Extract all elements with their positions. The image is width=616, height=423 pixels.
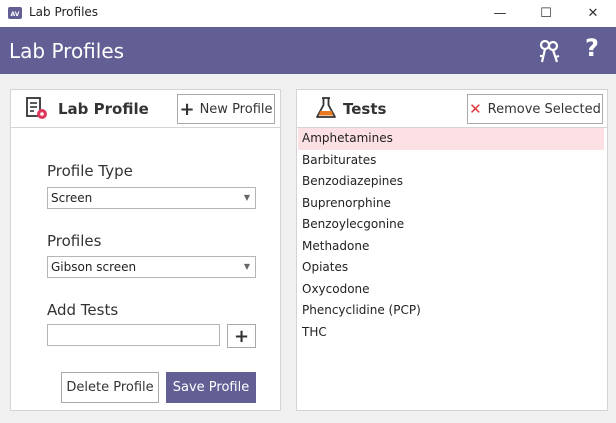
list-item[interactable]: Opiates bbox=[298, 257, 604, 279]
close-icon: ✕ bbox=[469, 100, 482, 118]
lab-profile-header: Lab Profile + New Profile bbox=[11, 90, 280, 128]
profiles-value: Gibson screen bbox=[51, 260, 137, 274]
app-icon: AV bbox=[8, 7, 22, 19]
profile-type-select[interactable]: Screen ▼ bbox=[47, 187, 256, 209]
save-profile-button[interactable]: Save Profile bbox=[166, 372, 256, 403]
remove-selected-label: Remove Selected bbox=[487, 101, 601, 117]
tests-header: Tests ✕ Remove Selected bbox=[297, 90, 607, 128]
flask-icon bbox=[316, 97, 336, 118]
svg-text:AV: AV bbox=[11, 11, 20, 18]
maximize-button[interactable]: ☐ bbox=[523, 0, 569, 27]
list-item[interactable]: THC bbox=[298, 322, 604, 344]
delete-profile-button[interactable]: Delete Profile bbox=[61, 372, 159, 403]
lab-profile-title: Lab Profile bbox=[58, 100, 149, 118]
window-titlebar: AV Lab Profiles — ☐ ✕ bbox=[0, 0, 616, 27]
list-item[interactable]: Amphetamines bbox=[298, 128, 604, 150]
profile-type-value: Screen bbox=[51, 191, 93, 205]
minimize-button[interactable]: — bbox=[477, 0, 523, 27]
add-test-button[interactable]: + bbox=[227, 324, 256, 348]
list-item[interactable]: Buprenorphine bbox=[298, 193, 604, 215]
list-item[interactable]: Benzodiazepines bbox=[298, 171, 604, 193]
tests-title: Tests bbox=[343, 100, 387, 118]
list-item[interactable]: Phencyclidine (PCP) bbox=[298, 300, 604, 322]
profiles-label: Profiles bbox=[47, 232, 102, 250]
window-title: Lab Profiles bbox=[29, 5, 99, 19]
close-button[interactable]: ✕ bbox=[570, 0, 616, 27]
tests-list: Amphetamines Barbiturates Benzodiazepine… bbox=[297, 128, 607, 343]
tests-panel: Tests ✕ Remove Selected Amphetamines Bar… bbox=[296, 89, 608, 411]
lab-profile-panel: Lab Profile + New Profile Profile Type S… bbox=[10, 89, 281, 411]
keys-icon[interactable] bbox=[536, 38, 562, 64]
new-profile-button[interactable]: + New Profile bbox=[177, 94, 275, 124]
list-item[interactable]: Benzoylecgonine bbox=[298, 214, 604, 236]
add-tests-input[interactable] bbox=[47, 324, 220, 346]
app-header: Lab Profiles ? bbox=[0, 27, 616, 74]
profile-settings-icon bbox=[26, 97, 47, 119]
add-tests-label: Add Tests bbox=[47, 301, 119, 319]
plus-icon: + bbox=[179, 98, 195, 120]
profiles-select[interactable]: Gibson screen ▼ bbox=[47, 256, 256, 278]
chevron-down-icon: ▼ bbox=[243, 193, 250, 202]
list-item[interactable]: Methadone bbox=[298, 236, 604, 258]
chevron-down-icon: ▼ bbox=[243, 262, 250, 271]
page-title: Lab Profiles bbox=[9, 39, 125, 63]
remove-selected-button[interactable]: ✕ Remove Selected bbox=[467, 94, 603, 124]
new-profile-label: New Profile bbox=[199, 101, 273, 117]
profile-type-label: Profile Type bbox=[47, 162, 133, 180]
list-item[interactable]: Barbiturates bbox=[298, 150, 604, 172]
list-item[interactable]: Oxycodone bbox=[298, 279, 604, 301]
help-icon[interactable]: ? bbox=[585, 34, 599, 62]
